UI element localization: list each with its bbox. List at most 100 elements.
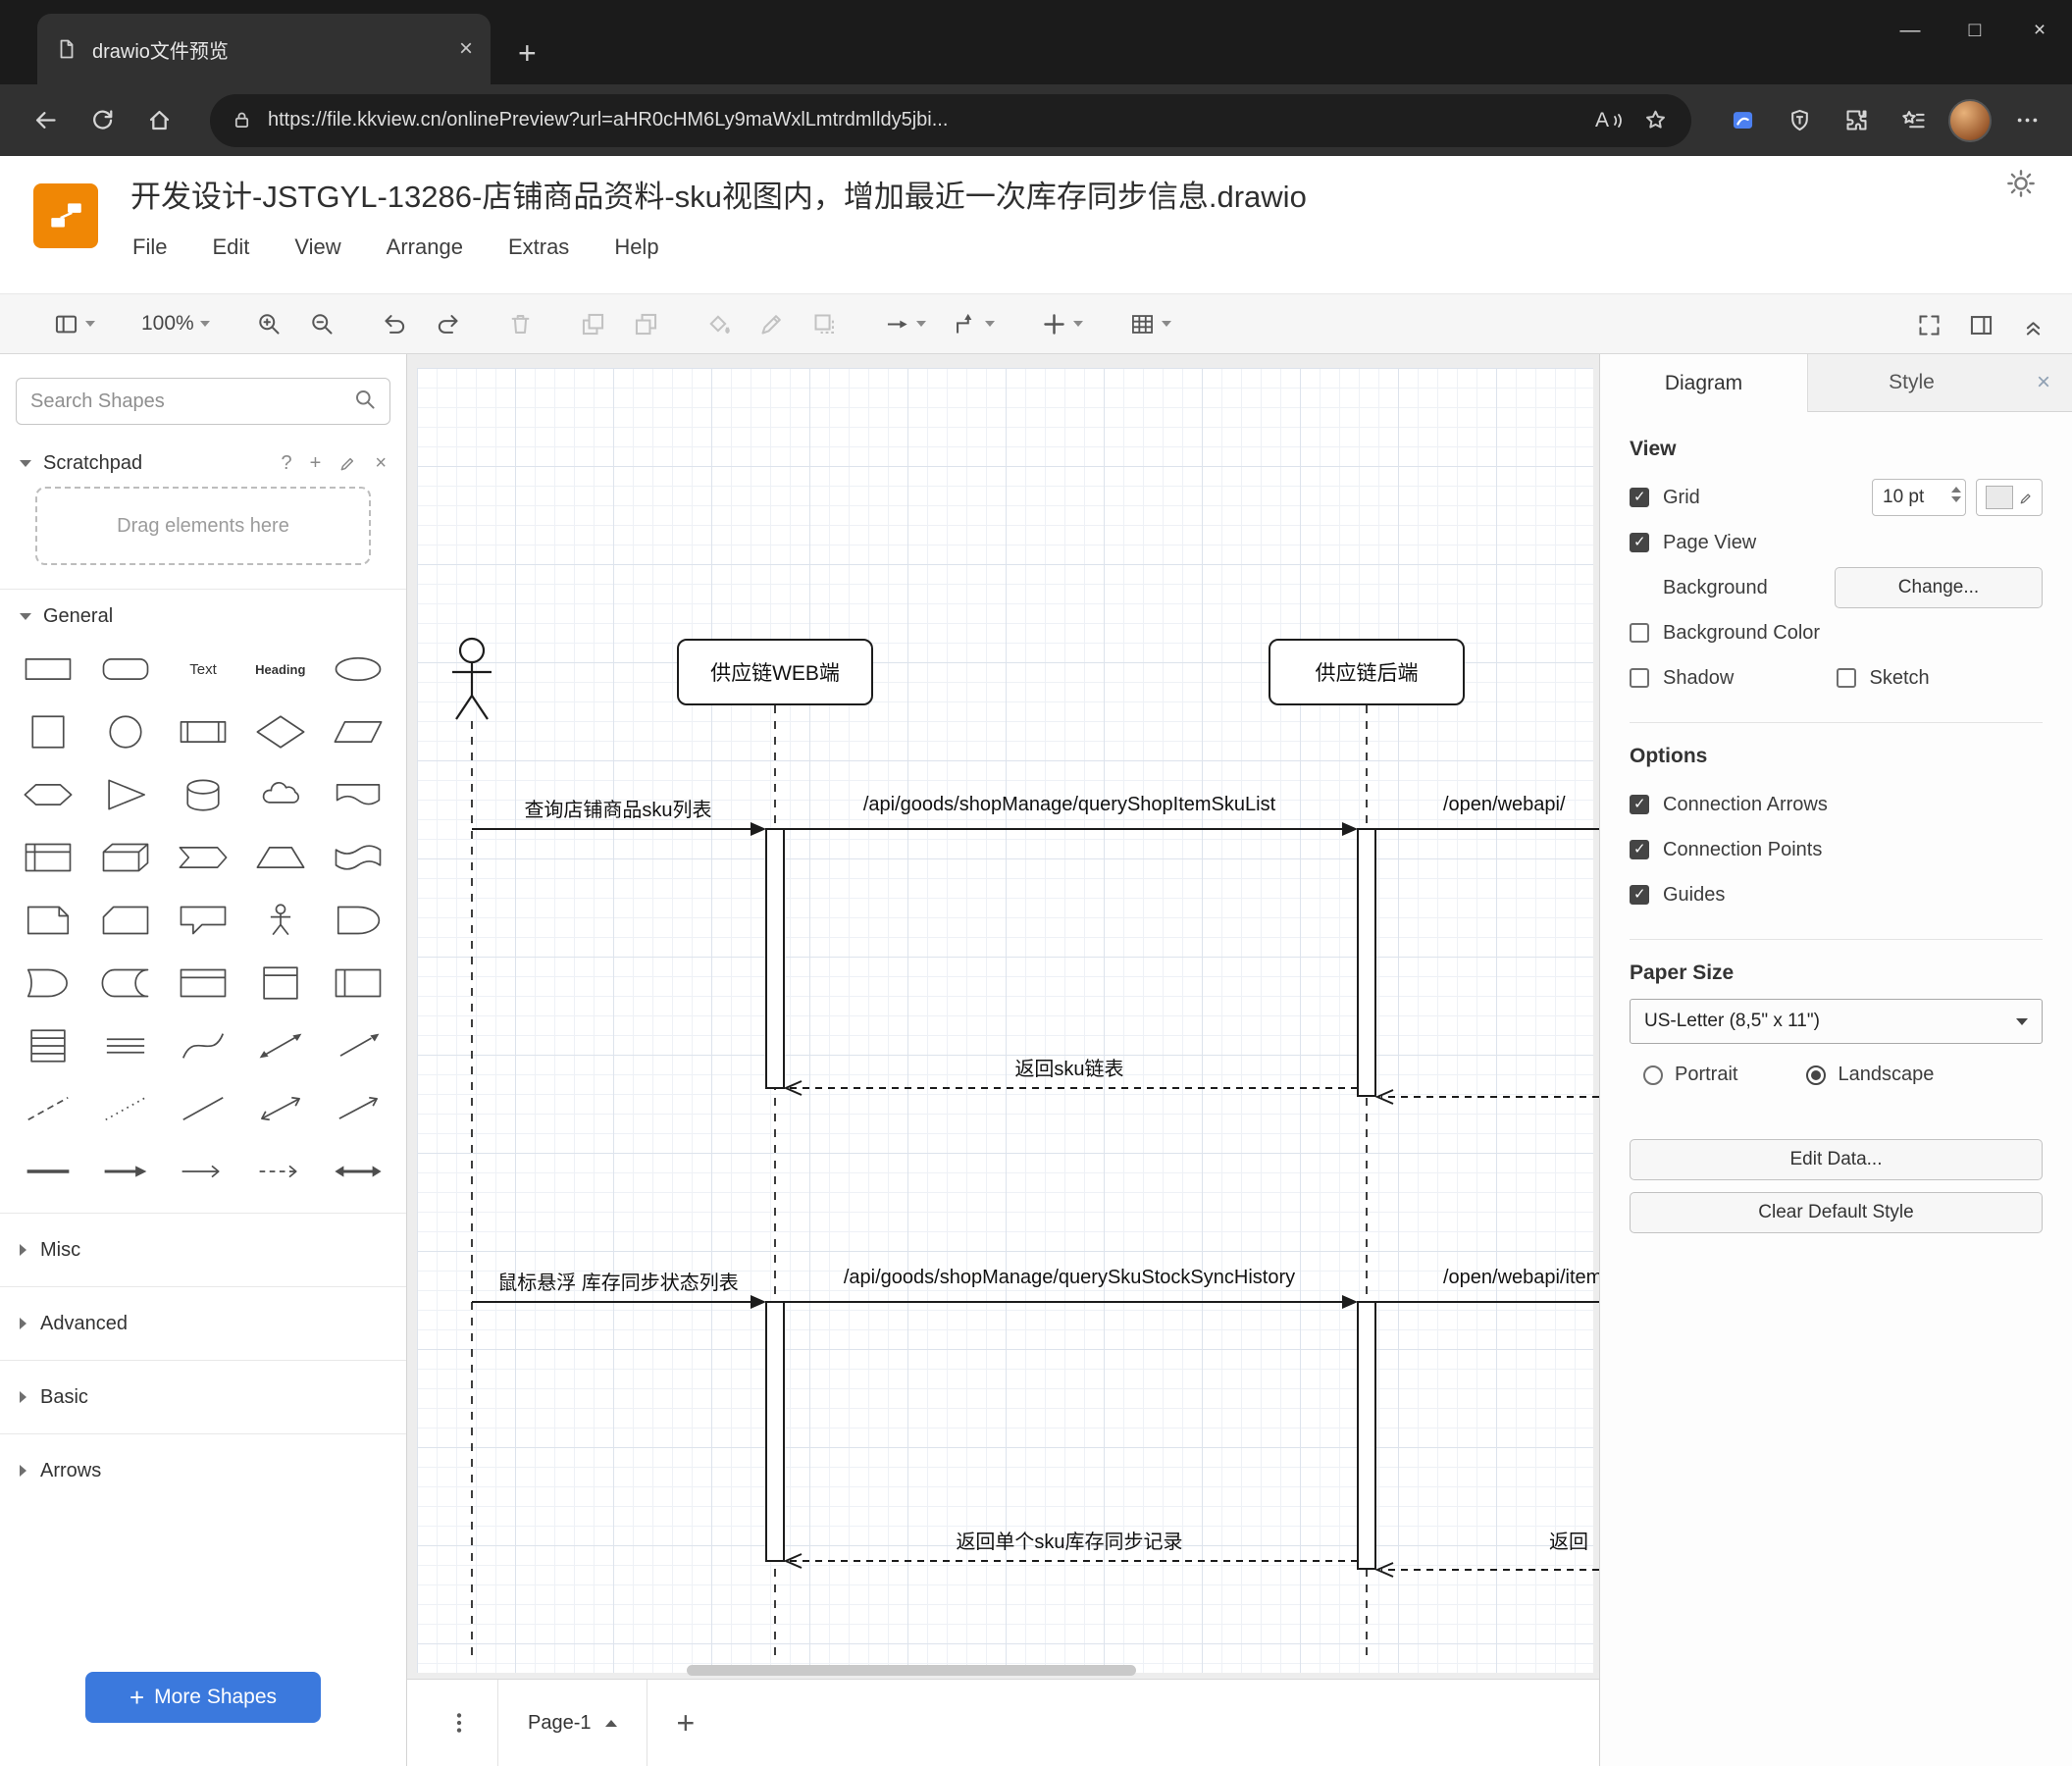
menu-view[interactable]: View [294, 234, 340, 260]
back-button[interactable] [24, 99, 67, 142]
shape-heading[interactable]: Heading [241, 638, 319, 701]
page-view-checkbox[interactable] [1630, 533, 1649, 552]
landscape-radio[interactable]: Landscape [1806, 1064, 1934, 1086]
background-color-checkbox[interactable] [1630, 623, 1649, 643]
search-input[interactable] [16, 378, 390, 425]
participant-web[interactable]: 供应链WEB端 [677, 639, 873, 705]
shape-dashed-line[interactable] [10, 1077, 87, 1140]
format-panel-toggle-icon[interactable] [1968, 312, 1994, 338]
shape-curve[interactable] [165, 1014, 242, 1077]
menu-edit[interactable]: Edit [212, 234, 249, 260]
shape-actor[interactable] [241, 889, 319, 952]
shape-square[interactable] [10, 701, 87, 763]
clear-default-style-button[interactable]: Clear Default Style [1630, 1192, 2043, 1233]
shape-cloud[interactable] [241, 763, 319, 826]
sidebar-section-arrows[interactable]: Arrows [0, 1433, 406, 1507]
shape-triangle[interactable] [87, 763, 165, 826]
message-label[interactable]: 返回sku链表 [1014, 1053, 1123, 1081]
connection-arrows-checkbox[interactable] [1630, 795, 1649, 814]
shape-horizontal-container[interactable] [319, 952, 396, 1014]
sidebar-section-advanced[interactable]: Advanced [0, 1286, 406, 1360]
shape-horizontal-arrow[interactable] [87, 1140, 165, 1203]
url-text[interactable]: https://file.kkview.cn/onlinePreview?url… [268, 109, 1580, 131]
edit-data-button[interactable]: Edit Data... [1630, 1139, 2043, 1180]
shape-vertical-container[interactable] [241, 952, 319, 1014]
portrait-radio[interactable]: Portrait [1643, 1064, 1737, 1086]
profile-avatar[interactable] [1948, 98, 1992, 142]
message-label[interactable]: 鼠标悬浮 库存同步状态列表 [497, 1267, 739, 1295]
scratchpad-close-icon[interactable]: × [375, 452, 387, 475]
shape-parallelogram[interactable] [319, 701, 396, 763]
pages-menu-button[interactable] [446, 1710, 472, 1736]
menu-file[interactable]: File [132, 234, 167, 260]
tab-close-icon[interactable]: × [459, 37, 473, 61]
message-label[interactable]: /open/webapi/ [1443, 794, 1566, 816]
shape-internal-storage[interactable] [10, 826, 87, 889]
drawing-canvas[interactable]: 供应链WEB端 供应链后端 查询店铺商品sku列表 /api/goods/sho… [407, 354, 1599, 1679]
message-label[interactable]: 查询店铺商品sku列表 [524, 794, 711, 822]
menu-help[interactable]: Help [614, 234, 658, 260]
connection-button[interactable] [884, 311, 926, 338]
shape-callout[interactable] [165, 889, 242, 952]
maximize-button[interactable]: □ [1942, 0, 2007, 61]
sidebar-section-misc[interactable]: Misc [0, 1213, 406, 1286]
insert-button[interactable] [1041, 311, 1083, 338]
shape-list-item[interactable] [87, 1014, 165, 1077]
view-menu-button[interactable] [53, 311, 95, 338]
sidebar-section-general[interactable]: General [0, 590, 406, 634]
shadow-button[interactable] [811, 311, 838, 338]
delete-button[interactable] [507, 311, 534, 338]
shape-document[interactable] [319, 763, 396, 826]
grid-size-stepper[interactable] [1951, 487, 1961, 502]
collections-button[interactable] [1721, 99, 1764, 142]
shield-extension-button[interactable] [1778, 99, 1821, 142]
grid-color-button[interactable] [1976, 479, 2043, 516]
participant-backend[interactable]: 供应链后端 [1269, 639, 1465, 705]
address-bar[interactable]: https://file.kkview.cn/onlinePreview?url… [210, 93, 1691, 147]
browser-menu-button[interactable] [2005, 99, 2048, 142]
shape-cube[interactable] [87, 826, 165, 889]
paper-size-select[interactable]: US-Letter (8,5" x 11") [1630, 999, 2043, 1044]
menu-arrange[interactable]: Arrange [387, 234, 463, 260]
sidebar-section-basic[interactable]: Basic [0, 1360, 406, 1433]
undo-button[interactable] [382, 311, 408, 338]
shape-data-storage[interactable] [87, 952, 165, 1014]
message-label[interactable]: /api/goods/shopManage/queryShopItemSkuLi… [863, 794, 1275, 816]
to-back-button[interactable] [633, 311, 659, 338]
shape-dashed-horizontal-arrow[interactable] [241, 1140, 319, 1203]
shape-process[interactable] [165, 701, 242, 763]
shape-text[interactable]: Text [165, 638, 242, 701]
connection-points-checkbox[interactable] [1630, 840, 1649, 859]
favorite-button[interactable] [1640, 106, 1670, 135]
shape-circle[interactable] [87, 701, 165, 763]
shape-cylinder[interactable] [165, 763, 242, 826]
more-shapes-button[interactable]: + More Shapes [85, 1672, 321, 1723]
horizontal-scrollbar[interactable] [687, 1665, 1136, 1676]
sketch-checkbox[interactable] [1836, 668, 1856, 688]
shape-rounded-rectangle[interactable] [87, 638, 165, 701]
shape-note[interactable] [10, 889, 87, 952]
page-tab[interactable]: Page-1 [497, 1680, 648, 1766]
shape-container[interactable] [165, 952, 242, 1014]
fill-color-button[interactable] [705, 311, 732, 338]
minimize-button[interactable]: — [1878, 0, 1942, 61]
scratchpad-edit-icon[interactable] [338, 454, 357, 473]
zoom-level-button[interactable]: 100% [141, 312, 210, 336]
close-button[interactable]: × [2007, 0, 2072, 61]
theme-toggle-button[interactable] [2005, 168, 2037, 204]
new-tab-button[interactable]: + [518, 37, 537, 69]
shape-dotted-line[interactable] [87, 1077, 165, 1140]
read-aloud-button[interactable]: A [1595, 109, 1625, 132]
table-button[interactable] [1129, 311, 1171, 338]
shape-horizontal-line[interactable] [10, 1140, 87, 1203]
shape-trapezoid[interactable] [241, 826, 319, 889]
search-icon[interactable] [353, 388, 379, 418]
zoom-in-button[interactable] [256, 311, 283, 338]
guides-checkbox[interactable] [1630, 885, 1649, 905]
shape-rectangle[interactable] [10, 638, 87, 701]
shape-or[interactable] [319, 889, 396, 952]
shape-list[interactable] [10, 1014, 87, 1077]
redo-button[interactable] [435, 311, 461, 338]
shape-ellipse[interactable] [319, 638, 396, 701]
shape-arrow[interactable] [319, 1014, 396, 1077]
